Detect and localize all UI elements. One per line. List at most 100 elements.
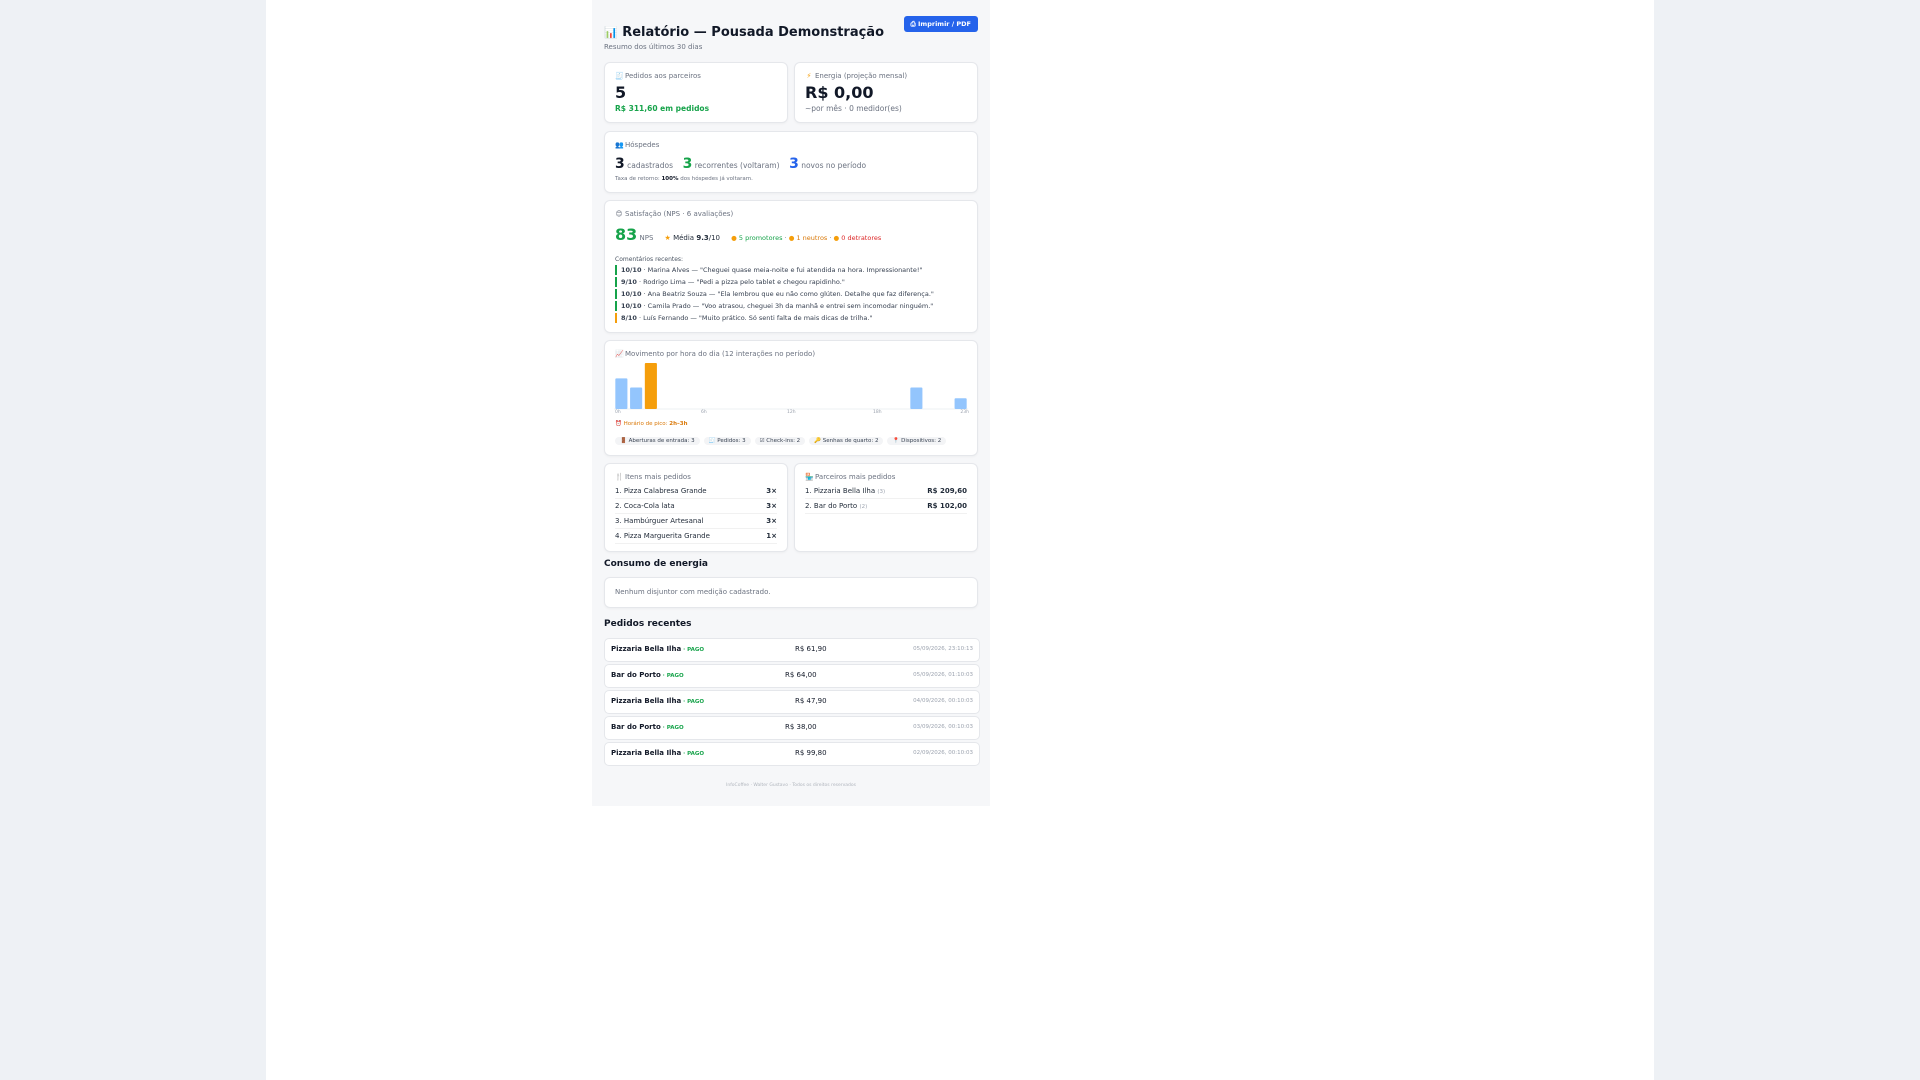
top-partner-row: 2. Bar do Porto (2) R$ 102,00 <box>805 499 967 514</box>
nps-score: 83 <box>615 225 638 244</box>
orders-count: 5 <box>615 83 627 102</box>
happy-face-icon: ● <box>731 234 737 242</box>
order-amount: R$ 64,00 <box>785 671 817 679</box>
check-icon: ☑ <box>759 438 765 444</box>
comment-item: 10/10 · Ana Beatriz Souza — "Ela lembrou… <box>615 288 965 300</box>
order-row[interactable]: Bar do Porto · PAGO R$ 64,00 05/09/2026, 0… <box>604 664 980 688</box>
nps-summary: 83 NPS ★ Média 9.3/10 ● 5 promotores · ●… <box>615 225 882 244</box>
print-button[interactable]: ⎙ Imprimir / PDF <box>903 16 978 32</box>
peak-time: ⏰ Horário de pico: 2h–3h <box>615 421 688 427</box>
order-status-badge: PAGO <box>666 673 684 679</box>
top-partner-row: 1. Pizzaria Bella Ilha (3) R$ 209,60 <box>805 484 967 499</box>
comments-list: 10/10 · Marina Alves — "Cheguei quase me… <box>615 264 965 324</box>
page-subtitle: Resumo dos últimos 30 dias <box>604 43 703 51</box>
activity-chip: 🔑 Senhas de quarto: 2 <box>809 437 884 445</box>
hour-bar <box>615 378 628 409</box>
activity-chip: 📍 Dispositivos: 2 <box>887 437 947 445</box>
order-amount: R$ 99,80 <box>795 749 827 757</box>
comment-marker <box>615 301 617 311</box>
return-rate: Taxa de retorno: 100% dos hóspedes já vo… <box>615 176 753 182</box>
partner-name: 2. Bar do Porto <box>805 502 858 510</box>
nps-neutrals: 1 neutros <box>796 234 828 242</box>
people-icon: 👥 <box>615 141 624 149</box>
order-date: 03/09/2026, 00:10:03 <box>913 724 973 730</box>
tick-label: 18h <box>873 410 882 415</box>
lightning-icon: ⚡ <box>806 72 812 80</box>
guests-registered: 3 <box>615 156 625 172</box>
partner-count: (2) <box>859 504 868 510</box>
comment-text: · Ana Beatriz Souza — "Ela lembrou que e… <box>641 290 934 298</box>
partner-name-wrap: 2. Bar do Porto (2) <box>805 499 867 513</box>
order-partner: Pizzaria Bella Ilha · PAGO <box>611 749 705 757</box>
top-partners-list: 1. Pizzaria Bella Ilha (3) R$ 209,60 2. Ba… <box>805 484 967 514</box>
trend-icon: 📈 <box>615 350 624 358</box>
report-container: 📊 Relatório — Pousada Demonstração Resum… <box>592 0 990 806</box>
activity-label: Movimento por hora do dia (12 interações… <box>625 350 816 358</box>
item-qty: 1× <box>766 532 777 540</box>
comment-item: 8/10 · Luís Fernando — "Muito prático. S… <box>615 312 965 324</box>
orders-card-label: Pedidos aos parceiros <box>625 72 701 80</box>
item-qty: 3× <box>766 517 777 525</box>
tick-label: 6h <box>701 410 707 415</box>
comment-score: 10/10 <box>621 266 642 274</box>
activity-chip: 🧾 Pedidos: 3 <box>703 437 751 445</box>
energy-empty-card: Nenhum disjuntor com medição cadastrado. <box>604 577 978 608</box>
bar-chart-icon: 📊 <box>604 26 618 39</box>
top-partners-label: Parceiros mais pedidos <box>815 473 896 481</box>
pin-icon: 📍 <box>892 438 900 444</box>
nps-promoters: 5 promotores <box>738 234 783 242</box>
item-qty: 3× <box>766 487 777 495</box>
guests-returning-label: recorrentes (voltaram) <box>694 161 780 170</box>
receipt-icon: 🧾 <box>708 438 716 444</box>
comment-text: · Camila Prado — "Voo atrasou, cheguei 3… <box>641 302 934 310</box>
orders-total: R$ 311,60 em pedidos <box>615 104 710 113</box>
comment-marker <box>615 289 617 299</box>
energy-empty-text: Nenhum disjuntor com medição cadastrado. <box>615 588 771 596</box>
order-date: 04/09/2026, 00:10:03 <box>913 698 973 704</box>
tick-label: 23h <box>960 410 969 415</box>
comment-score: 10/10 <box>621 302 642 310</box>
order-row[interactable]: Pizzaria Bella Ilha · PAGO R$ 47,90 04/09/… <box>604 690 980 714</box>
report-header: 📊 Relatório — Pousada Demonstração Resum… <box>604 25 884 51</box>
nps-card: 😊 Satisfação (NPS · 6 avaliações) 83 NPS … <box>604 200 978 333</box>
guests-returning: 3 <box>682 156 693 172</box>
hourly-chart <box>614 363 968 410</box>
order-row[interactable]: Pizzaria Bella Ilha · PAGO R$ 61,90 05/09/… <box>604 638 980 662</box>
partner-amount: R$ 102,00 <box>927 502 967 510</box>
item-name: 1. Pizza Calabresa Grande <box>615 487 707 495</box>
top-items-label: Itens mais pedidos <box>625 473 691 481</box>
guests-new-label: novos no período <box>801 161 867 170</box>
comment-marker <box>615 277 617 287</box>
guests-registered-label: cadastrados <box>627 161 674 170</box>
top-item-row: 4. Pizza Marguerita Grande 1× <box>615 529 777 544</box>
energy-card: ⚡ Energia (projeção mensal) R$ 0,00 ~por … <box>794 62 978 123</box>
energy-sub: ~por mês · 0 medidor(es) <box>805 104 902 113</box>
energy-value: R$ 0,00 <box>805 83 874 102</box>
comment-text: · Marina Alves — "Cheguei quase meia-noi… <box>641 266 923 274</box>
top-item-row: 1. Pizza Calabresa Grande 3× <box>615 484 777 499</box>
order-row[interactable]: Bar do Porto · PAGO R$ 38,00 03/09/2026, 0… <box>604 716 980 740</box>
printer-icon: ⎙ <box>910 20 916 28</box>
top-partners-card: 🏪Parceiros mais pedidos 1. Pizzaria Bell… <box>794 463 978 552</box>
utensils-icon: 🍴 <box>615 473 624 481</box>
order-status-badge: PAGO <box>666 725 684 731</box>
order-partner: Pizzaria Bella Ilha · PAGO <box>611 645 705 653</box>
nps-average: 9.3 <box>696 234 709 242</box>
nps-unit: NPS <box>639 234 654 242</box>
order-date: 05/09/2026, 23:10:13 <box>913 646 973 652</box>
comment-score: 8/10 <box>621 314 637 322</box>
chart-axis: 0h 6h 12h 18h 23h <box>615 410 969 418</box>
partner-name: 1. Pizzaria Bella Ilha <box>805 487 876 495</box>
top-items-card: 🍴Itens mais pedidos 1. Pizza Calabresa G… <box>604 463 788 552</box>
item-name: 4. Pizza Marguerita Grande <box>615 532 710 540</box>
sad-face-icon: ● <box>833 234 840 242</box>
activity-chip: ☑ Check-ins: 2 <box>754 437 806 445</box>
order-partner: Pizzaria Bella Ilha · PAGO <box>611 697 705 705</box>
order-amount: R$ 47,90 <box>795 697 827 705</box>
order-row[interactable]: Pizzaria Bella Ilha · PAGO R$ 99,80 02/09/… <box>604 742 980 766</box>
key-icon: 🔑 <box>814 438 822 444</box>
activity-chips: 🚪 Aberturas de entrada: 3 🧾 Pedidos: 3 ☑ C… <box>615 435 950 445</box>
item-name: 3. Hambúrguer Artesanal <box>615 517 704 525</box>
hour-bar <box>630 387 643 409</box>
partner-count: (3) <box>877 489 886 495</box>
